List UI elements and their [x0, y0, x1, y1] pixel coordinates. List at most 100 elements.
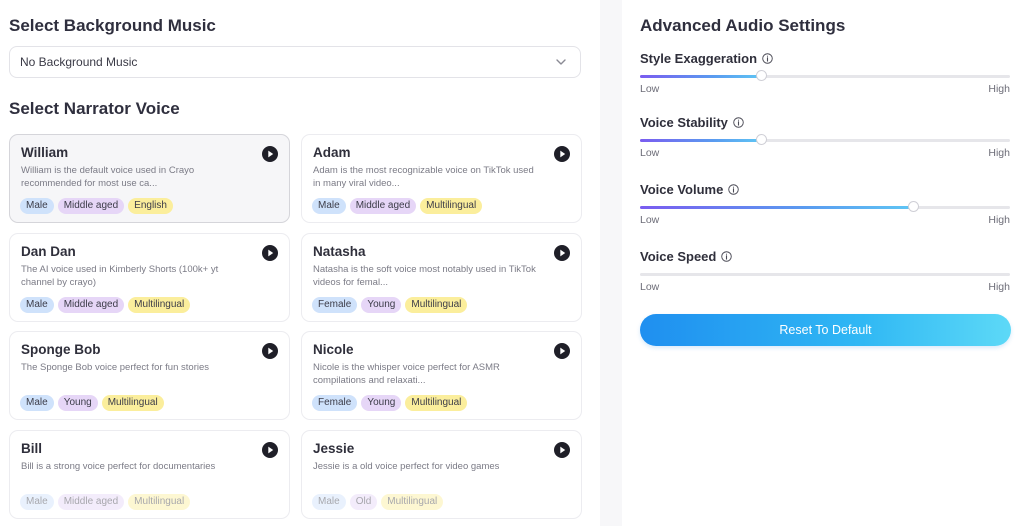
- voice-description: William is the default voice used in Cra…: [21, 165, 195, 189]
- slider-setting: Style Exaggeration Low High: [640, 51, 1010, 95]
- voice-card[interactable]: Adam Adam is the most recognizable voice …: [301, 134, 582, 223]
- slider-label: Voice Speed: [640, 249, 1010, 264]
- voice-tag: Young: [361, 297, 402, 313]
- voice-tag: Old: [349, 494, 378, 510]
- slider-fill: [640, 206, 914, 209]
- voice-tag: Middle aged: [349, 198, 417, 214]
- slider-low-label: Low: [640, 214, 660, 226]
- voice-card[interactable]: Jessie Jessie is a old voice perfect for …: [301, 430, 582, 519]
- voice-tags: Male Middle aged Multilingual: [312, 198, 483, 214]
- voice-name: Nicole: [313, 342, 354, 357]
- info-icon[interactable]: [721, 251, 733, 262]
- voice-card[interactable]: Sponge Bob The Sponge Bob voice perfect f…: [9, 331, 290, 420]
- play-icon[interactable]: [554, 442, 570, 458]
- play-icon[interactable]: [262, 343, 278, 359]
- info-icon[interactable]: [762, 53, 773, 64]
- play-icon[interactable]: [554, 245, 570, 261]
- voice-tag: Middle aged: [57, 297, 125, 313]
- voice-tags: Female Young Multilingual: [312, 297, 468, 313]
- slider-fill: [640, 75, 763, 78]
- narrator-section-title: Select Narrator Voice: [9, 99, 180, 118]
- voice-tag: Middle aged: [57, 198, 125, 214]
- slider-setting: Voice Stability Low High: [640, 115, 1010, 159]
- voice-tag: Multilingual: [101, 395, 164, 411]
- voice-tag: Multilingual: [128, 494, 191, 510]
- slider-thumb[interactable]: [756, 70, 768, 81]
- reset-to-default-button[interactable]: Reset To Default: [640, 314, 1011, 346]
- voice-tag: Male: [20, 297, 54, 313]
- play-icon[interactable]: [554, 343, 570, 359]
- slider-label-text: Voice Volume: [640, 182, 724, 197]
- slider-range-labels: Low High: [640, 147, 1010, 159]
- voice-card[interactable]: Nicole Nicole is the whisper voice perfec…: [301, 331, 582, 420]
- voice-name: Natasha: [313, 244, 366, 259]
- slider-range-labels: Low High: [640, 214, 1010, 226]
- voice-tag: Multilingual: [420, 198, 483, 214]
- slider-setting: Voice Speed Low High: [640, 249, 1010, 293]
- slider-high-label: High: [988, 147, 1010, 159]
- voice-tag: Young: [57, 395, 98, 411]
- voice-name: Dan Dan: [21, 244, 76, 259]
- slider-fill: [640, 139, 763, 142]
- slider-track[interactable]: [640, 70, 1010, 81]
- slider-high-label: High: [988, 83, 1010, 95]
- voice-tag: Female: [312, 297, 358, 313]
- slider-thumb[interactable]: [756, 134, 768, 145]
- slider-track[interactable]: [640, 201, 1010, 212]
- slider-low-label: Low: [640, 147, 660, 159]
- voice-tags: Female Young Multilingual: [312, 395, 468, 411]
- play-icon[interactable]: [262, 245, 278, 261]
- info-icon[interactable]: [728, 184, 740, 195]
- voice-tag: Female: [312, 395, 358, 411]
- voice-tag: Young: [361, 395, 402, 411]
- voice-description: Nicole is the whisper voice perfect for …: [313, 362, 500, 386]
- voice-name: Adam: [313, 145, 351, 160]
- voice-description: The Sponge Bob voice perfect for fun sto…: [21, 362, 209, 373]
- voice-card[interactable]: Dan Dan The AI voice used in Kimberly Sho…: [9, 233, 290, 322]
- slider-range-labels: Low High: [640, 83, 1010, 95]
- voice-tag: Middle aged: [57, 494, 125, 510]
- slider-track[interactable]: [640, 134, 1010, 145]
- play-icon[interactable]: [262, 442, 278, 458]
- slider-high-label: High: [988, 214, 1010, 226]
- voice-tag: Male: [20, 395, 54, 411]
- voice-tag: Male: [312, 198, 346, 214]
- slider-low-label: Low: [640, 83, 660, 95]
- voice-tag: Multilingual: [405, 395, 468, 411]
- slider-label: Style Exaggeration: [640, 51, 1010, 66]
- voice-tag: Multilingual: [405, 297, 468, 313]
- slider-setting: Voice Volume Low High: [640, 182, 1010, 226]
- voice-tag: Multilingual: [381, 494, 444, 510]
- voice-description: Jessie is a old voice perfect for video …: [313, 461, 500, 472]
- voice-tag: English: [128, 198, 173, 214]
- voice-tag: Male: [20, 494, 54, 510]
- voice-name: William: [21, 145, 69, 160]
- background-music-value: No Background Music: [20, 55, 138, 69]
- voice-card[interactable]: Natasha Natasha is the soft voice most no…: [301, 233, 582, 322]
- chevron-down-icon: [556, 59, 566, 65]
- voice-name: Bill: [21, 441, 43, 456]
- voice-tag: Multilingual: [128, 297, 191, 313]
- voice-card[interactable]: William William is the default voice used…: [9, 134, 290, 223]
- slider-high-label: High: [988, 281, 1010, 293]
- voice-tags: Male Middle aged English: [20, 198, 173, 214]
- voice-description: Natasha is the soft voice most notably u…: [313, 264, 536, 288]
- voice-tags: Male Young Multilingual: [20, 395, 164, 411]
- info-icon[interactable]: [733, 117, 744, 128]
- slider-label-text: Style Exaggeration: [640, 51, 758, 66]
- voice-card[interactable]: Bill Bill is a strong voice perfect for d…: [9, 430, 290, 519]
- slider-track[interactable]: [640, 273, 1010, 276]
- slider-thumb[interactable]: [907, 201, 919, 212]
- slider-low-label: Low: [640, 281, 660, 293]
- voice-description: Adam is the most recognizable voice on T…: [313, 165, 534, 189]
- voice-tags: Male Middle aged Multilingual: [20, 494, 191, 510]
- music-section-title: Select Background Music: [9, 16, 216, 35]
- play-icon[interactable]: [554, 146, 570, 162]
- voice-name: Sponge Bob: [21, 342, 101, 357]
- voice-tag: Male: [20, 198, 54, 214]
- voice-tags: Male Old Multilingual: [312, 494, 444, 510]
- play-icon[interactable]: [262, 146, 278, 162]
- voice-name: Jessie: [313, 441, 355, 456]
- slider-label-text: Voice Stability: [640, 115, 728, 130]
- background-music-select[interactable]: No Background Music: [9, 46, 581, 78]
